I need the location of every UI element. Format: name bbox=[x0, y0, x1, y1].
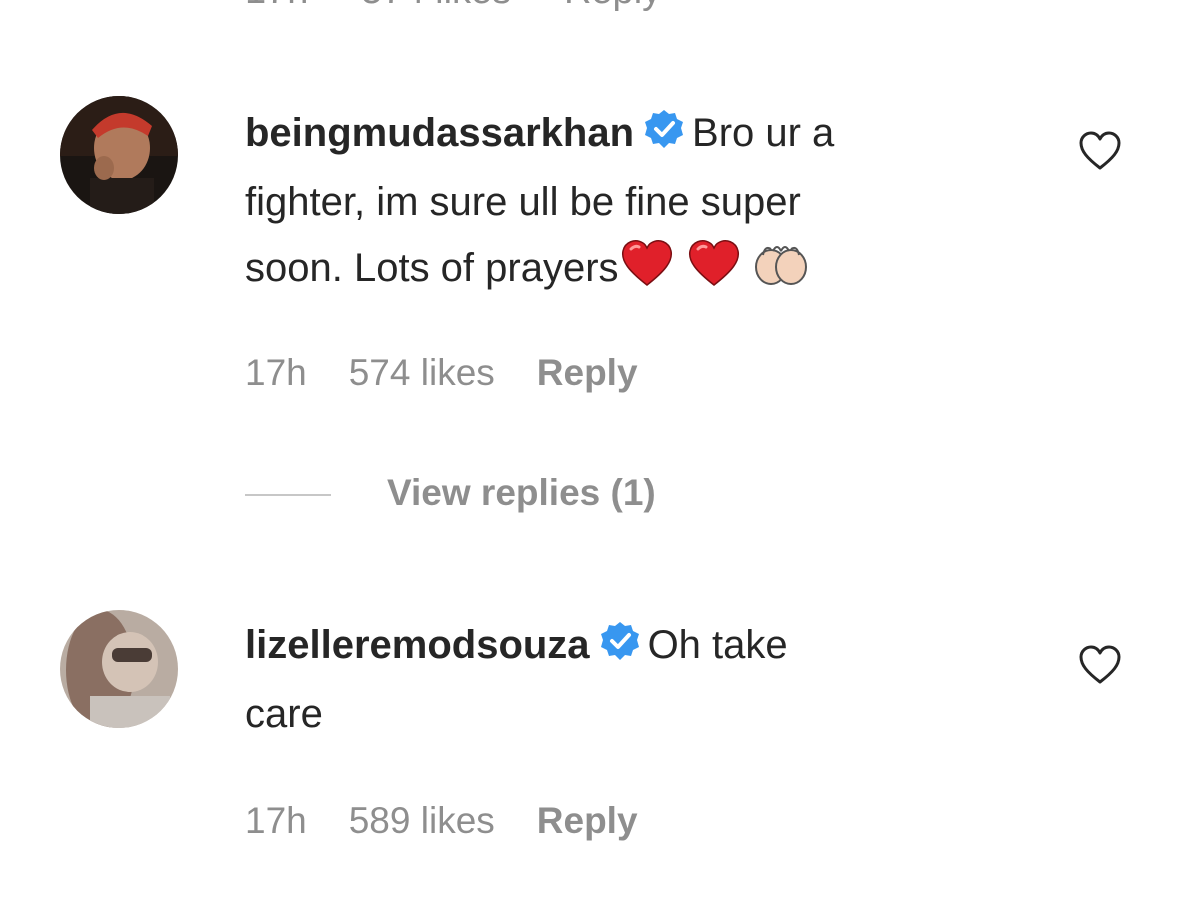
comment-likes[interactable]: 589 likes bbox=[349, 800, 495, 841]
heart-outline-icon[interactable] bbox=[1077, 128, 1123, 174]
comment-likes[interactable]: 574 likes bbox=[349, 352, 495, 393]
comment-body: lizelleremodsouza Oh take care bbox=[245, 612, 1005, 747]
verified-badge-icon bbox=[600, 615, 640, 681]
previous-comment-meta: 17h 574 likes Reply bbox=[245, 0, 661, 12]
previous-comment-reply[interactable]: Reply bbox=[564, 0, 661, 12]
comment-username[interactable]: lizelleremodsouza bbox=[245, 623, 590, 667]
view-replies-divider bbox=[245, 494, 331, 497]
comment-username[interactable]: beingmudassarkhan bbox=[245, 111, 634, 155]
comment-text-line: Oh take bbox=[647, 623, 788, 667]
comment-text-line: fighter, im sure ull be fine super bbox=[245, 180, 801, 224]
comment-text-line: Bro ur a bbox=[692, 111, 835, 155]
reply-button[interactable]: Reply bbox=[537, 352, 638, 393]
view-replies-label: View replies (1) bbox=[387, 472, 656, 513]
avatar-image bbox=[60, 610, 178, 728]
heart-outline-icon[interactable] bbox=[1077, 642, 1123, 688]
verified-badge-icon bbox=[644, 103, 684, 169]
previous-comment-likes[interactable]: 574 likes bbox=[361, 0, 511, 12]
reply-button[interactable]: Reply bbox=[537, 800, 638, 841]
comments-panel: 17h 574 likes Reply beingmudassarkhan Bro… bbox=[0, 0, 1200, 900]
comment-body: beingmudassarkhan Bro ur a fighter, im su… bbox=[245, 100, 1005, 307]
comment-text-line: care bbox=[245, 692, 323, 736]
view-replies-button[interactable]: View replies (1) bbox=[245, 472, 656, 520]
avatar[interactable] bbox=[60, 96, 178, 214]
comment-text-line: soon. Lots of prayers bbox=[245, 246, 619, 290]
comment-meta: 17h 574 likes Reply bbox=[245, 352, 680, 394]
comment-time[interactable]: 17h bbox=[245, 800, 307, 841]
red-heart-emoji bbox=[619, 237, 675, 307]
previous-comment-time: 17h bbox=[245, 0, 308, 12]
comment-time[interactable]: 17h bbox=[245, 352, 307, 393]
comment-meta: 17h 589 likes Reply bbox=[245, 800, 680, 842]
red-heart-emoji bbox=[686, 237, 742, 307]
avatar[interactable] bbox=[60, 610, 178, 728]
avatar-image bbox=[60, 96, 178, 214]
praying-hands-emoji bbox=[753, 241, 809, 307]
